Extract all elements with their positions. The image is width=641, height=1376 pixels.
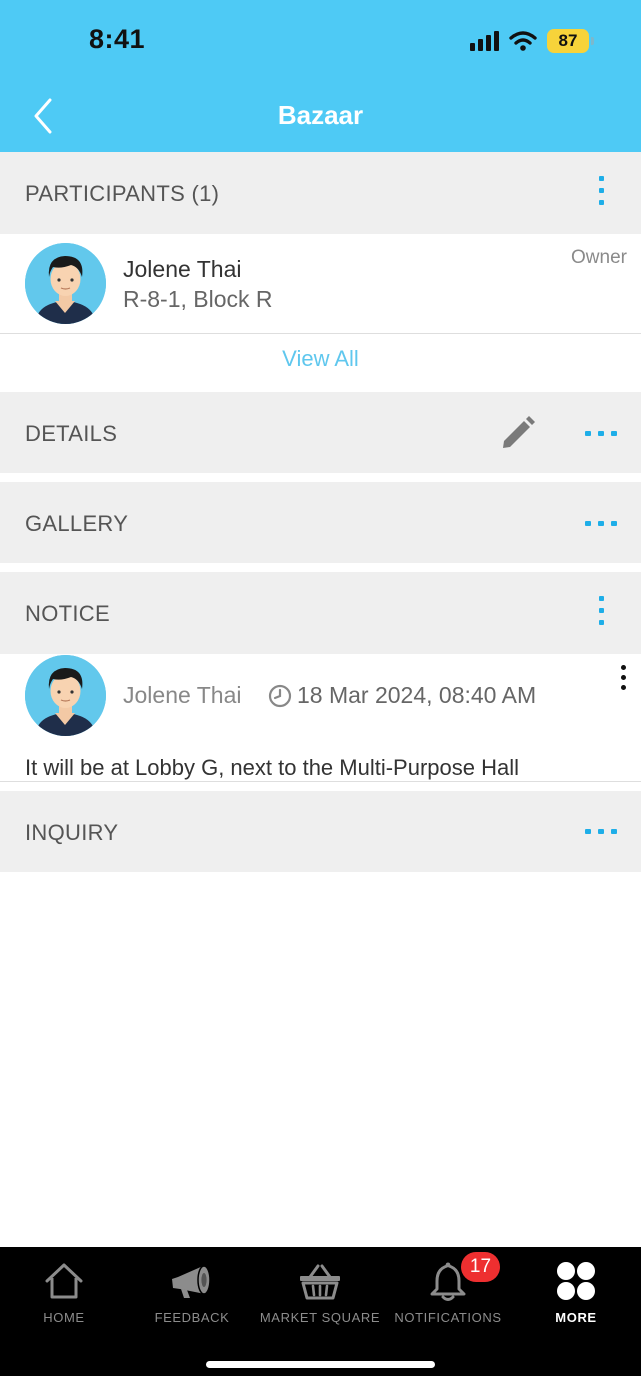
app-header: 8:41 87 Bazaar <box>0 0 641 152</box>
notice-author: Jolene Thai <box>123 682 242 708</box>
participants-more-button[interactable] <box>597 176 605 205</box>
notice-time-text: 18 Mar 2024, 08:40 AM <box>297 682 537 708</box>
notice-timestamp: 18 Mar 2024, 08:40 AM <box>268 682 536 709</box>
edit-pencil-icon[interactable] <box>501 416 535 450</box>
wifi-icon <box>509 31 537 51</box>
gallery-section-header: GALLERY <box>0 482 641 563</box>
notice-author-avatar[interactable] <box>25 655 106 736</box>
status-time: 8:41 <box>89 24 146 54</box>
clock-icon <box>268 684 292 707</box>
basket-icon <box>300 1264 340 1300</box>
details-title: DETAILS <box>25 421 118 446</box>
tab-market-square-label: MARKET SQUARE <box>259 1310 381 1325</box>
more-grid-icon <box>557 1262 595 1300</box>
cellular-signal-icon <box>470 31 499 51</box>
participant-avatar[interactable] <box>25 243 106 324</box>
status-icons: 87 <box>470 27 594 55</box>
divider <box>0 333 641 334</box>
details-more-button[interactable] <box>585 428 617 438</box>
tab-home-label: HOME <box>43 1310 85 1325</box>
inquiry-more-button[interactable] <box>585 826 617 836</box>
tab-home[interactable]: HOME <box>0 1259 128 1329</box>
inquiry-title: INQUIRY <box>25 820 119 845</box>
participants-title: PARTICIPANTS (1) <box>25 181 220 206</box>
view-all-link[interactable]: View All <box>0 346 641 372</box>
tab-market-square[interactable]: MARKET SQUARE <box>256 1259 384 1329</box>
tab-feedback[interactable]: FEEDBACK <box>128 1259 256 1329</box>
home-icon <box>45 1263 83 1299</box>
person-avatar-icon <box>25 655 106 736</box>
home-indicator[interactable] <box>206 1361 435 1368</box>
participant-role: Owner <box>571 247 627 268</box>
tab-more-label: MORE <box>555 1310 597 1325</box>
participant-unit: R-8-1, Block R <box>123 286 273 312</box>
notice-section-header: NOTICE <box>0 572 641 654</box>
gallery-title: GALLERY <box>25 511 129 536</box>
tab-notifications-label: NOTIFICATIONS <box>394 1310 502 1325</box>
page-title: Bazaar <box>277 100 364 130</box>
participants-section-header: PARTICIPANTS (1) <box>0 152 641 234</box>
gallery-more-button[interactable] <box>585 518 617 528</box>
details-section-header: DETAILS <box>0 392 641 473</box>
notice-title: NOTICE <box>25 601 110 626</box>
notice-item-more-button[interactable] <box>619 665 627 690</box>
notice-more-button[interactable] <box>597 596 605 625</box>
person-avatar-icon <box>25 243 106 324</box>
divider <box>0 781 641 782</box>
bottom-tab-bar: HOME FEEDBACK MARKET SQUARE NOTIFICATION… <box>0 1247 641 1376</box>
tab-more[interactable]: MORE <box>512 1259 640 1329</box>
notice-body: It will be at Lobby G, next to the Multi… <box>25 755 520 780</box>
notification-badge: 17 <box>461 1252 500 1282</box>
tab-feedback-label: FEEDBACK <box>154 1310 230 1325</box>
battery-icon: 87 <box>547 29 594 53</box>
inquiry-section-header: INQUIRY <box>0 791 641 872</box>
participant-name: Jolene Thai <box>123 256 242 282</box>
megaphone-icon <box>172 1265 211 1298</box>
